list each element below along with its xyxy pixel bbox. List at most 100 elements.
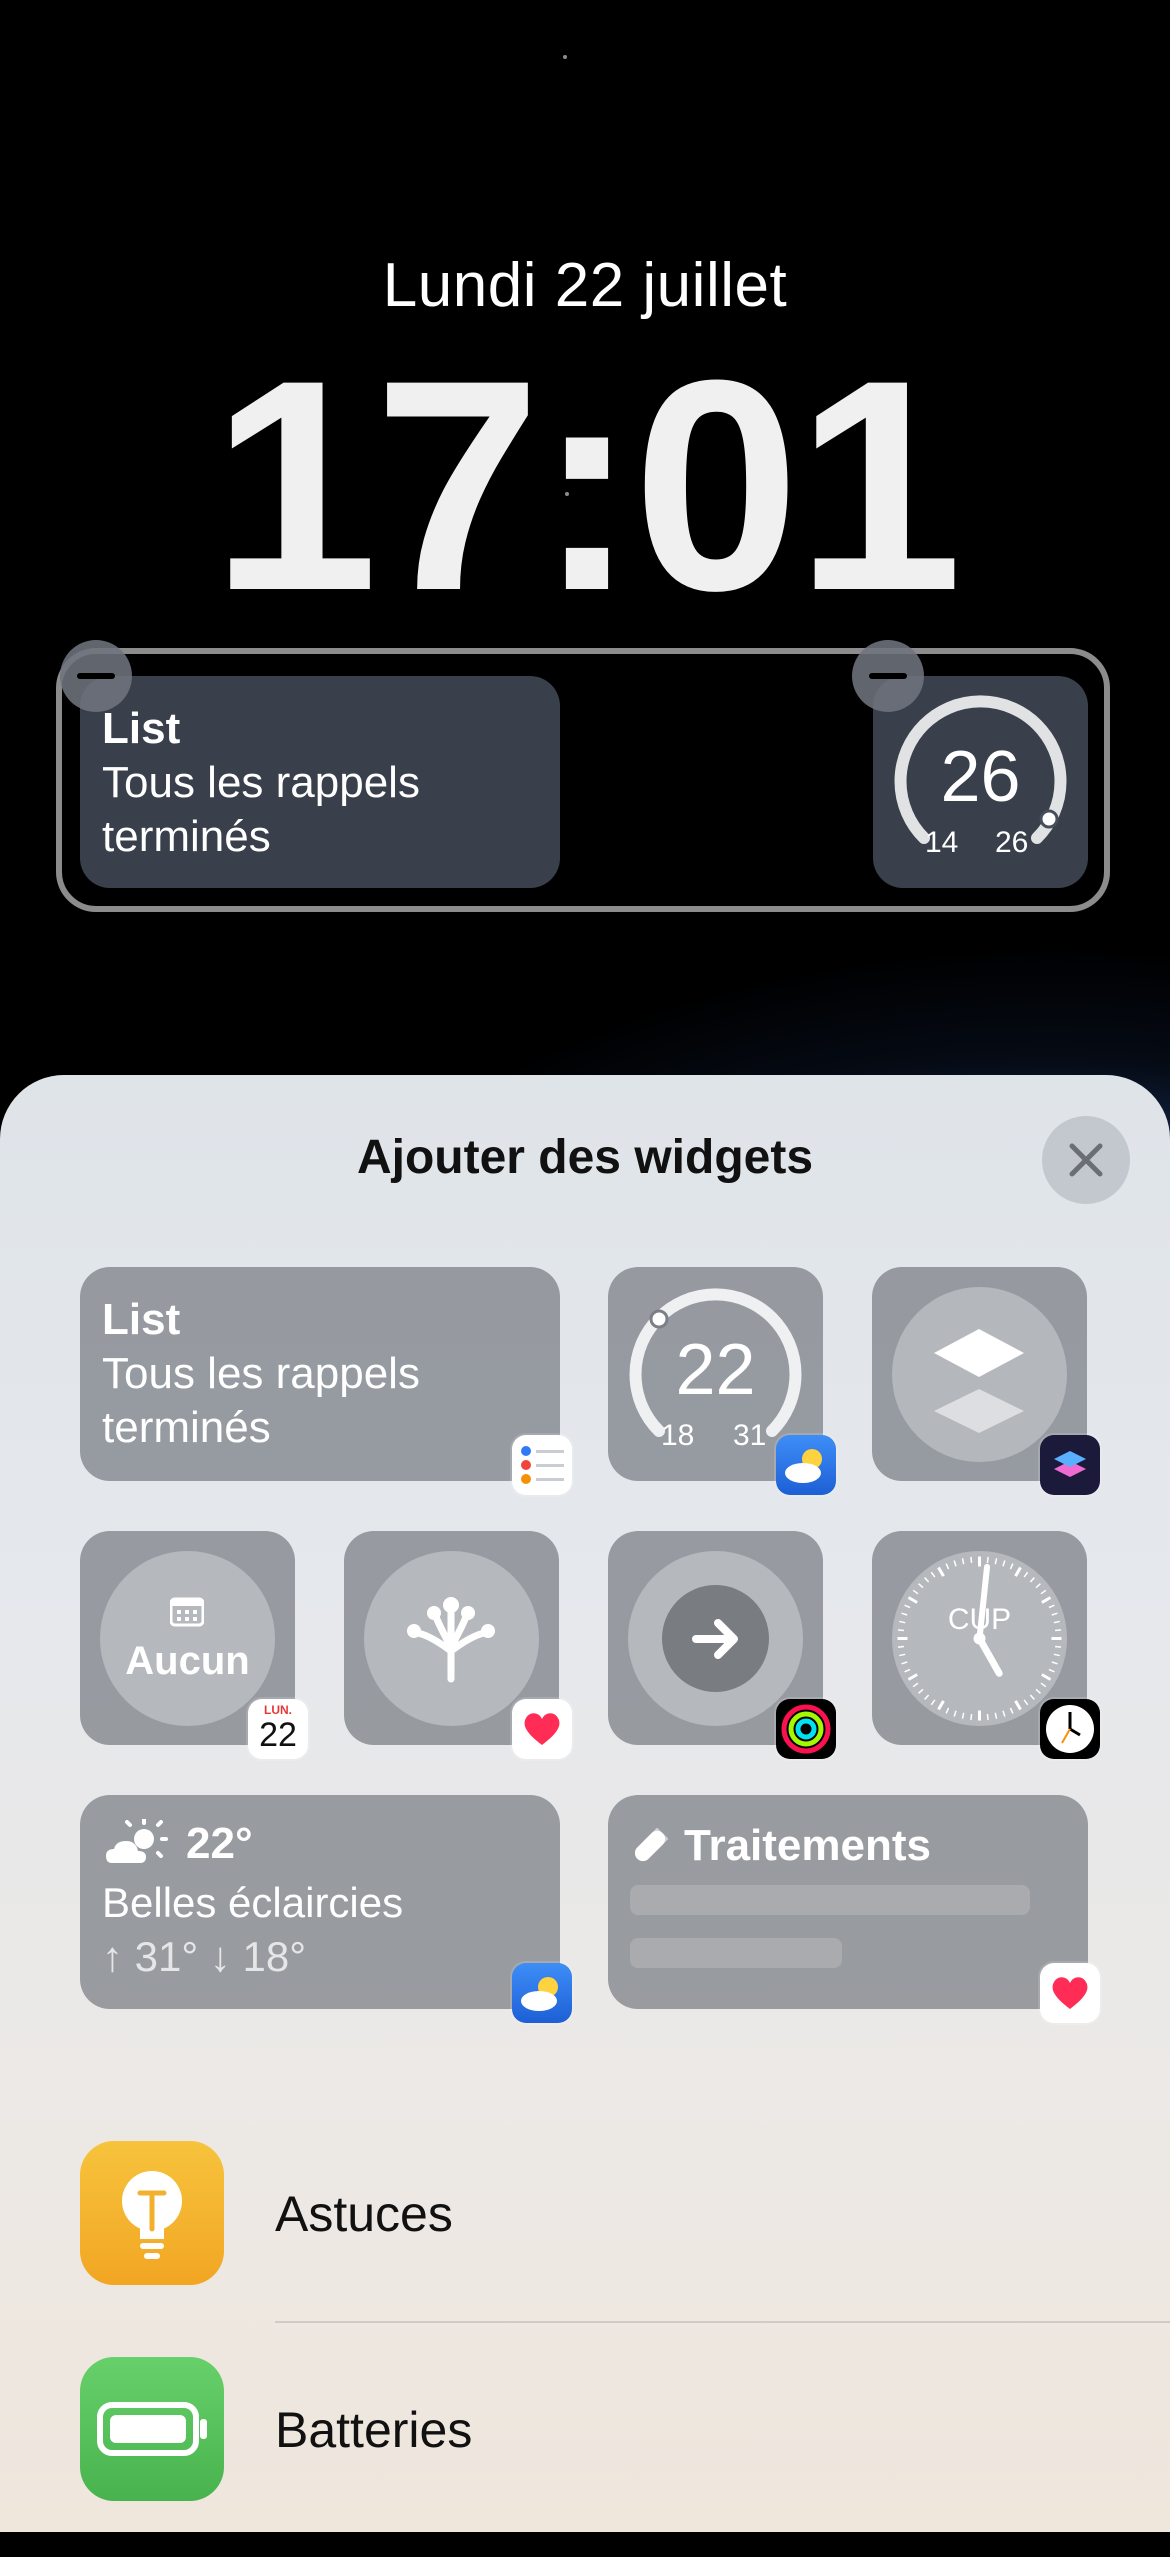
lock-screen-time[interactable]: 17:01 [0, 335, 1170, 635]
clock-tick [912, 1682, 919, 1688]
clock-tick [1014, 1700, 1022, 1711]
app-list-item-astuces[interactable]: Astuces [0, 2141, 1170, 2341]
app-list-item-batteries[interactable]: Batteries [0, 2357, 1170, 2557]
gauge-low-value: 14 [925, 826, 959, 859]
clock-tick [930, 1699, 936, 1706]
weather-icon [776, 1435, 836, 1495]
clock-tick [1023, 1571, 1029, 1578]
lock-widget-temperature-gauge[interactable]: 26 14 26 [873, 676, 1088, 888]
clock-tick [1002, 1710, 1006, 1717]
clock-tick [924, 1577, 930, 1583]
clock-tick [901, 1661, 908, 1665]
clock-tick [924, 1694, 930, 1700]
clock-tick [994, 1712, 998, 1719]
widget-suggestion-reminders-list[interactable]: List Tous les rappels terminés [80, 1267, 560, 1481]
battery-icon [80, 2357, 224, 2501]
calendar-badge-day: LUN. [264, 1703, 292, 1717]
calendar-empty-label: Aucun [125, 1639, 250, 1683]
placeholder-bar [630, 1885, 1030, 1915]
clock-tick [961, 1712, 965, 1719]
clock-tick [1014, 1566, 1022, 1577]
tips-lightbulb-icon [80, 2141, 224, 2285]
reminders-icon [512, 1435, 572, 1495]
calendar-grid-icon [170, 1597, 204, 1627]
close-icon [1069, 1143, 1103, 1177]
widget-subtitle: Tous les rappels terminés [102, 758, 420, 861]
clock-tick [994, 1558, 998, 1565]
remove-widget-button[interactable] [852, 640, 924, 712]
star [563, 55, 567, 59]
clock-tick [945, 1707, 950, 1714]
clock-tick [907, 1596, 918, 1604]
clock-tick [953, 1710, 957, 1717]
gauge-low-value: 18 [661, 1419, 695, 1452]
clock-tick [1009, 1563, 1014, 1570]
clock-tick [1035, 1583, 1041, 1589]
widget-title: List [102, 704, 181, 753]
clock-tick [1041, 1596, 1052, 1604]
calendar-circle: Aucun [100, 1551, 275, 1726]
gauge-current-value: 26 [940, 737, 1021, 817]
clock-tick [1023, 1699, 1029, 1706]
clock-tick [918, 1688, 924, 1694]
health-heart-icon [1040, 1963, 1100, 2023]
clock-tick [904, 1668, 911, 1673]
widget-suggestion-weather[interactable]: 22° Belles éclaircies ↑ 31° ↓ 18° [80, 1795, 560, 2009]
health-tree-icon [407, 1597, 495, 1683]
clock-tick [986, 1714, 989, 1721]
health-heart-icon [512, 1699, 572, 1759]
clock-tick [1009, 1707, 1014, 1714]
clock-tick [899, 1653, 906, 1657]
clock-hour-hand [976, 1635, 1003, 1677]
widget-subtitle: Tous les rappels terminés [102, 1349, 420, 1452]
clock-tick [897, 1645, 904, 1648]
clock-tick [945, 1563, 950, 1570]
clock-ticks [897, 1556, 1062, 1721]
sheet-title: Ajouter des widgets [356, 1131, 814, 1184]
clock-face: CUP [892, 1551, 1067, 1726]
clock-tick [1040, 1682, 1047, 1688]
medications-title: Traitements [684, 1821, 931, 1870]
gauge-indicator [649, 1309, 669, 1329]
health-circle [364, 1551, 539, 1726]
clock-tick [1051, 1661, 1058, 1665]
clock-tick [986, 1556, 989, 1563]
arrow-right-icon [692, 1619, 738, 1659]
activity-circle [628, 1551, 803, 1726]
gauge-high-value: 31 [733, 1419, 767, 1452]
shortcuts-app-icon [1040, 1435, 1100, 1495]
clock-tick [1055, 1645, 1062, 1648]
clock-tick [1053, 1653, 1060, 1657]
clock-tick [1040, 1589, 1047, 1595]
remove-widget-button[interactable] [60, 640, 132, 712]
lock-screen-date[interactable]: Lundi 22 juillet [0, 250, 1170, 321]
lock-widget-reminders-list[interactable]: List Tous les rappels terminés [80, 676, 560, 888]
placeholder-bar [630, 1938, 842, 1968]
clock-tick [1035, 1688, 1041, 1694]
clock-tick [970, 1714, 973, 1721]
widget-title: List [102, 1295, 181, 1344]
clock-tick [1048, 1668, 1055, 1673]
clock-tick [912, 1589, 919, 1595]
calendar-app-icon: LUN. 22 [248, 1699, 308, 1759]
clock-tick [937, 1700, 945, 1711]
clock-city-label: CUP [947, 1603, 1012, 1636]
clock-tick [907, 1673, 918, 1681]
widget-suggestion-medications[interactable]: Traitements [608, 1795, 1088, 2009]
divider [275, 2321, 1170, 2323]
partly-sunny-icon [106, 1819, 168, 1863]
activity-rings-icon [776, 1699, 836, 1759]
clock-app-icon [1040, 1699, 1100, 1759]
calendar-badge-date: 22 [259, 1716, 297, 1754]
clock-tick [961, 1558, 965, 1565]
weather-temperature: 22° [186, 1819, 253, 1868]
clock-tick [930, 1571, 936, 1578]
clock-tick [1002, 1560, 1006, 1567]
pill-icon [634, 1827, 669, 1862]
weather-icon [512, 1963, 572, 2023]
clock-tick [937, 1566, 945, 1577]
app-name: Astuces [275, 2186, 453, 2242]
gauge-high-value: 26 [995, 826, 1029, 859]
close-button[interactable] [1042, 1116, 1130, 1204]
clock-tick [1029, 1694, 1035, 1700]
